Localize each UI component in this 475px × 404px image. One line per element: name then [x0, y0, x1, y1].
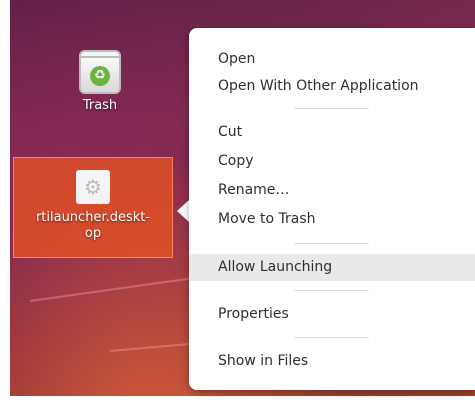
menu-item-allow-launching[interactable]: Allow Launching	[189, 254, 475, 281]
menu-item-rename[interactable]: Rename…	[189, 177, 475, 204]
recycle-icon: ♻	[90, 66, 110, 86]
menu-separator	[294, 290, 369, 291]
desktop-icon-rtilauncher[interactable]: ⚙ rtilauncher.deskt- op	[13, 157, 173, 258]
menu-separator	[294, 108, 369, 109]
trash-icon: ♻	[79, 50, 121, 94]
desktop-icon-trash[interactable]: ♻ Trash	[60, 50, 140, 113]
menu-separator	[294, 243, 369, 244]
menu-item-open[interactable]: Open	[189, 46, 475, 73]
trash-label: Trash	[82, 98, 118, 113]
gear-icon: ⚙	[76, 170, 110, 204]
menu-item-show-in-files[interactable]: Show in Files	[189, 348, 475, 375]
menu-item-move-to-trash[interactable]: Move to Trash	[189, 206, 475, 233]
context-menu: Open Open With Other Application Cut Cop…	[189, 28, 475, 390]
context-menu-pointer	[177, 200, 189, 222]
menu-separator	[294, 337, 369, 338]
menu-item-cut[interactable]: Cut	[189, 119, 475, 146]
menu-item-properties[interactable]: Properties	[189, 301, 475, 328]
menu-item-open-with-other-application[interactable]: Open With Other Application	[189, 73, 475, 100]
wallpaper-streak	[29, 274, 209, 302]
rtilauncher-label: rtilauncher.deskt- op	[35, 210, 151, 241]
menu-item-copy[interactable]: Copy	[189, 148, 475, 175]
